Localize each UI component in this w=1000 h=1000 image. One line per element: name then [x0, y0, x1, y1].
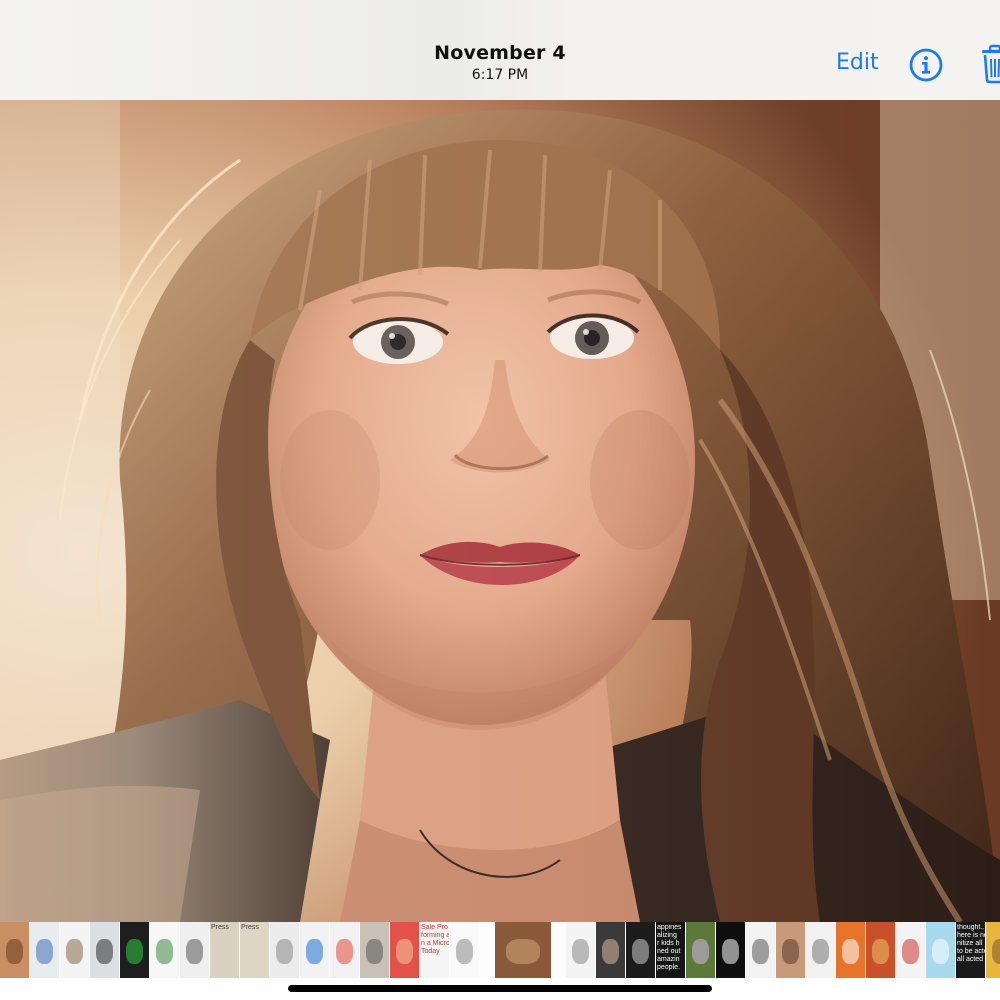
thumbnail[interactable]: [716, 922, 745, 978]
thumbnail[interactable]: [60, 922, 89, 978]
thumbnail-content: [811, 938, 830, 964]
thumbnail-content: [901, 938, 920, 964]
thumbnail[interactable]: Press: [240, 922, 269, 978]
home-indicator[interactable]: [288, 985, 712, 992]
thumbnail-content: [395, 938, 414, 964]
thumbnail-strip: Press Press Sale Pro forming a B n a Micro…: [0, 922, 1000, 978]
thumbnail[interactable]: [150, 922, 179, 978]
trash-icon: [982, 44, 1000, 84]
thumbnail[interactable]: [360, 922, 389, 978]
thumbnail[interactable]: [0, 922, 29, 978]
thumbnail-content: [95, 938, 114, 964]
thumbnail[interactable]: [566, 922, 595, 978]
home-indicator-area: [0, 978, 1000, 1000]
thumbnail-content: [155, 938, 174, 964]
thumbnail[interactable]: [686, 922, 715, 978]
thumbnail-text: Press: [241, 924, 259, 931]
thumbnail[interactable]: Press: [210, 922, 239, 978]
thumbnail[interactable]: appines alizing r kids h ned out amazin …: [656, 922, 685, 978]
thumbnail-content: [691, 938, 710, 964]
thumbnail-content: [871, 938, 890, 964]
thumbnail-content: [185, 938, 204, 964]
thumbnail-content: [365, 938, 384, 964]
thumbnail[interactable]: [390, 922, 419, 978]
thumbnail-content: [991, 938, 1000, 964]
thumbnail[interactable]: [90, 922, 119, 978]
info-circle-icon: [909, 48, 943, 82]
thumbnail[interactable]: [866, 922, 895, 978]
thumbnail-filmstrip[interactable]: Press Press Sale Pro forming a B n a Micro…: [0, 922, 1000, 978]
thumbnail[interactable]: [330, 922, 359, 978]
navigation-bar: November 4 6:17 PM Edit: [0, 0, 1000, 100]
thumbnail-content: [275, 938, 294, 964]
thumbnail[interactable]: [746, 922, 775, 978]
thumbnail-content: [335, 938, 354, 964]
thumbnail-content: [781, 938, 800, 964]
thumbnail[interactable]: [806, 922, 835, 978]
photo-viewer-screen: November 4 6:17 PM Edit Press Press Sale…: [0, 0, 1000, 1000]
thumbnail-content: [931, 938, 950, 964]
thumbnail-content: [35, 938, 54, 964]
thumbnail[interactable]: [926, 922, 955, 978]
thumbnail-content: [506, 938, 540, 964]
thumbnail[interactable]: [270, 922, 299, 978]
thumbnail[interactable]: Sale Pro forming a B n a Microp Today: [420, 922, 449, 978]
thumbnail-text: Sale Pro forming a B n a Microp Today: [421, 924, 449, 955]
thumbnail[interactable]: [986, 922, 1000, 978]
thumbnail-content: [751, 938, 770, 964]
thumbnail[interactable]: [30, 922, 59, 978]
thumbnail[interactable]: [626, 922, 655, 978]
thumbnail[interactable]: [896, 922, 925, 978]
thumbnail[interactable]: [596, 922, 625, 978]
main-photo[interactable]: [0, 100, 1000, 922]
current-thumbnail[interactable]: [495, 922, 551, 978]
thumbnail-text: appines alizing r kids h ned out amazin …: [657, 924, 682, 971]
thumbnail-content: [65, 938, 84, 964]
thumbnail-content: [721, 938, 740, 964]
thumbnail-text: thought.. here is no nitize all to be ac…: [957, 924, 985, 963]
thumbnail[interactable]: [300, 922, 329, 978]
thumbnail[interactable]: [836, 922, 865, 978]
thumbnail[interactable]: thought.. here is no nitize all to be ac…: [956, 922, 985, 978]
thumbnail-content: [631, 938, 650, 964]
thumbnail-content: [455, 938, 474, 964]
thumbnail-content: [5, 938, 24, 964]
thumbnail-content: [125, 938, 144, 964]
thumbnail-content: [601, 938, 620, 964]
thumbnail[interactable]: [180, 922, 209, 978]
info-button[interactable]: [908, 47, 944, 83]
thumbnail[interactable]: [450, 922, 479, 978]
thumbnail-content: [305, 938, 324, 964]
portrait-photo-image: [0, 100, 1000, 922]
delete-button[interactable]: [980, 44, 1000, 84]
thumbnail[interactable]: [120, 922, 149, 978]
thumbnail[interactable]: [776, 922, 805, 978]
thumbnail-content: [841, 938, 860, 964]
thumbnail-text: Press: [211, 924, 229, 931]
thumbnail-content: [571, 938, 590, 964]
edit-button[interactable]: Edit: [836, 50, 879, 75]
